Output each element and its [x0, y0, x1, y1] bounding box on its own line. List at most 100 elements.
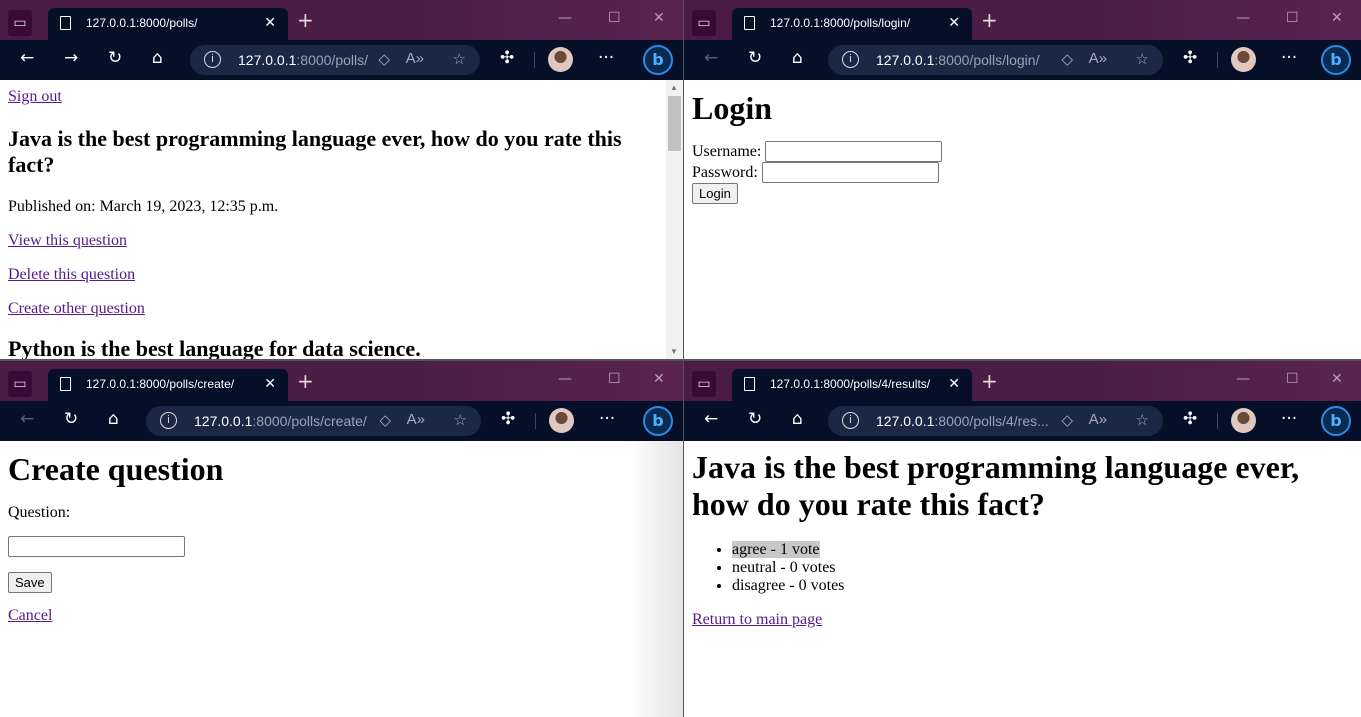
more-menu-icon[interactable]: ··· — [598, 48, 614, 68]
browser-tab[interactable]: 127.0.0.1:8000/polls/login/ ✕ — [732, 8, 972, 40]
refresh-button[interactable]: ↻ — [748, 409, 762, 429]
url-text[interactable]: 127.0.0.1:8000/polls/create/ — [194, 413, 367, 429]
info-icon[interactable]: i — [204, 51, 221, 68]
cancel-link[interactable]: Cancel — [8, 607, 52, 624]
bing-copilot-icon[interactable]: b — [1321, 45, 1351, 75]
save-button[interactable]: Save — [8, 572, 52, 593]
browser-tab[interactable]: 127.0.0.1:8000/polls/ ✕ — [48, 8, 288, 40]
address-bar[interactable]: i 127.0.0.1:8000/polls/4/res... ◇ A» ☆ — [828, 406, 1163, 436]
close-tab-icon[interactable]: ✕ — [948, 375, 960, 392]
extensions-icon[interactable]: ✣ — [1183, 48, 1197, 68]
close-tab-icon[interactable]: ✕ — [264, 14, 276, 31]
more-menu-icon[interactable]: ··· — [1281, 48, 1297, 68]
browser-tab[interactable]: 127.0.0.1:8000/polls/create/ ✕ — [48, 369, 288, 401]
browser-tab[interactable]: 127.0.0.1:8000/polls/4/results/ ✕ — [732, 369, 972, 401]
extensions-icon[interactable]: ✣ — [500, 48, 514, 68]
url-text[interactable]: 127.0.0.1:8000/polls/ — [238, 52, 368, 68]
add-favorite-icon[interactable]: ☆ — [1136, 50, 1149, 68]
add-favorite-icon[interactable]: ☆ — [454, 411, 467, 429]
back-button[interactable]: ← — [704, 48, 718, 68]
address-bar[interactable]: i 127.0.0.1:8000/polls/ ◇ A» ☆ — [190, 45, 480, 75]
scroll-up-arrow-icon[interactable]: ▲ — [670, 83, 678, 92]
bing-copilot-icon[interactable]: b — [1321, 406, 1351, 436]
tag-icon[interactable]: ◇ — [1061, 50, 1073, 68]
sign-out-link[interactable]: Sign out — [8, 88, 62, 105]
back-button[interactable]: ← — [20, 48, 34, 68]
info-icon[interactable]: i — [842, 51, 859, 68]
home-button[interactable]: ⌂ — [108, 409, 119, 429]
info-icon[interactable]: i — [160, 412, 177, 429]
bing-copilot-icon[interactable]: b — [643, 45, 673, 75]
minimize-button[interactable]: — — [558, 371, 572, 387]
login-button[interactable]: Login — [692, 183, 738, 204]
close-window-button[interactable]: ✕ — [653, 371, 665, 387]
back-button[interactable]: ← — [20, 409, 34, 429]
add-favorite-icon[interactable]: ☆ — [1136, 411, 1149, 429]
delete-question-link[interactable]: Delete this question — [8, 266, 135, 283]
profile-avatar[interactable] — [548, 47, 573, 72]
maximize-button[interactable]: ☐ — [1286, 10, 1299, 26]
more-menu-icon[interactable]: ··· — [599, 409, 615, 429]
tag-icon[interactable]: ◇ — [378, 50, 390, 68]
vertical-scrollbar[interactable]: ▲ ▼ — [666, 80, 683, 359]
info-icon[interactable]: i — [842, 412, 859, 429]
minimize-button[interactable]: — — [1236, 10, 1250, 26]
scrollbar-thumb[interactable] — [668, 96, 681, 151]
question-input[interactable] — [8, 536, 185, 557]
close-window-button[interactable]: ✕ — [1331, 10, 1343, 26]
read-aloud-icon[interactable]: A» — [406, 50, 424, 67]
tab-actions-icon[interactable]: ▭ — [8, 371, 32, 397]
profile-avatar[interactable] — [1231, 47, 1256, 72]
refresh-button[interactable]: ↻ — [64, 409, 78, 429]
forward-button[interactable]: → — [64, 48, 78, 68]
tab-actions-icon[interactable]: ▭ — [692, 371, 716, 397]
username-label: Username: — [692, 143, 762, 160]
tab-title: 127.0.0.1:8000/polls/ — [86, 16, 198, 30]
address-bar[interactable]: i 127.0.0.1:8000/polls/login/ ◇ A» ☆ — [828, 45, 1163, 75]
tag-icon[interactable]: ◇ — [1061, 411, 1073, 429]
question-title: Python is the best language for data sci… — [8, 336, 421, 359]
maximize-button[interactable]: ☐ — [1286, 371, 1299, 387]
username-field[interactable] — [765, 141, 943, 162]
close-tab-icon[interactable]: ✕ — [264, 375, 276, 392]
minimize-button[interactable]: — — [558, 10, 572, 26]
tab-actions-icon[interactable]: ▭ — [692, 10, 716, 36]
read-aloud-icon[interactable]: A» — [1089, 411, 1107, 428]
profile-avatar[interactable] — [1231, 408, 1256, 433]
close-window-button[interactable]: ✕ — [1331, 371, 1343, 387]
home-button[interactable]: ⌂ — [792, 48, 803, 68]
bing-copilot-icon[interactable]: b — [643, 406, 673, 436]
home-button[interactable]: ⌂ — [792, 409, 803, 429]
tag-icon[interactable]: ◇ — [379, 411, 391, 429]
close-tab-icon[interactable]: ✕ — [948, 14, 960, 31]
new-tab-button[interactable]: + — [981, 8, 998, 32]
maximize-button[interactable]: ☐ — [608, 10, 621, 26]
document-icon — [60, 16, 71, 30]
extensions-icon[interactable]: ✣ — [501, 409, 515, 429]
back-button[interactable]: ← — [704, 409, 718, 429]
extensions-icon[interactable]: ✣ — [1183, 409, 1197, 429]
read-aloud-icon[interactable]: A» — [407, 411, 425, 428]
add-favorite-icon[interactable]: ☆ — [453, 50, 466, 68]
url-text[interactable]: 127.0.0.1:8000/polls/4/res... — [876, 413, 1049, 429]
close-window-button[interactable]: ✕ — [653, 10, 665, 26]
maximize-button[interactable]: ☐ — [608, 371, 621, 387]
address-bar[interactable]: i 127.0.0.1:8000/polls/create/ ◇ A» ☆ — [146, 406, 481, 436]
refresh-button[interactable]: ↻ — [108, 48, 122, 68]
url-text[interactable]: 127.0.0.1:8000/polls/login/ — [876, 52, 1039, 68]
refresh-button[interactable]: ↻ — [748, 48, 762, 68]
more-menu-icon[interactable]: ··· — [1281, 409, 1297, 429]
view-question-link[interactable]: View this question — [8, 232, 127, 249]
scroll-down-arrow-icon[interactable]: ▼ — [670, 347, 678, 356]
read-aloud-icon[interactable]: A» — [1089, 50, 1107, 67]
profile-avatar[interactable] — [549, 408, 574, 433]
create-question-link[interactable]: Create other question — [8, 300, 145, 317]
new-tab-button[interactable]: + — [981, 369, 998, 393]
return-main-link[interactable]: Return to main page — [692, 611, 822, 628]
minimize-button[interactable]: — — [1236, 371, 1250, 387]
password-field[interactable] — [761, 162, 939, 183]
tab-actions-icon[interactable]: ▭ — [8, 10, 32, 36]
new-tab-button[interactable]: + — [297, 369, 314, 393]
home-button[interactable]: ⌂ — [152, 48, 163, 68]
new-tab-button[interactable]: + — [297, 8, 314, 32]
